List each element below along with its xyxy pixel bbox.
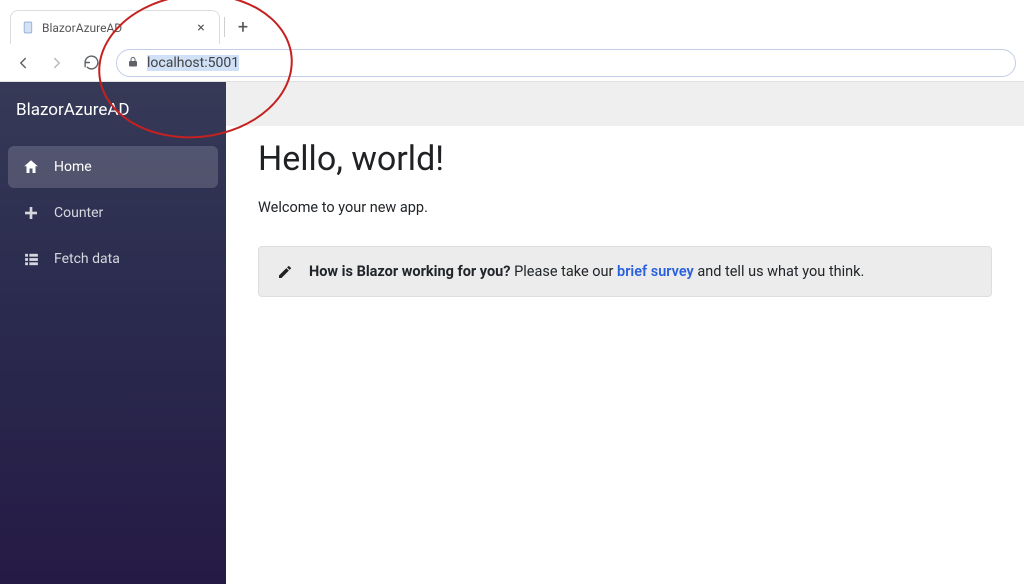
sidebar-item-label: Home	[54, 159, 92, 175]
sidebar-item-home[interactable]: Home	[8, 146, 218, 188]
sidebar-item-label: Counter	[54, 205, 103, 221]
sidebar-item-counter[interactable]: Counter	[8, 192, 218, 234]
url-text: localhost:5001	[147, 55, 239, 71]
list-icon	[22, 250, 40, 268]
brand-title: BlazorAzureAD	[0, 82, 226, 138]
sidebar-nav: Home Counter Fetch data	[0, 138, 226, 288]
app: BlazorAzureAD Home Counter Fetch data	[0, 82, 1024, 584]
tab-favicon-icon	[21, 21, 35, 35]
survey-after-link: and tell us what you think.	[694, 263, 865, 280]
back-button[interactable]	[8, 48, 38, 78]
close-icon[interactable]: ×	[193, 20, 209, 36]
welcome-text: Welcome to your new app.	[258, 199, 992, 216]
address-row: localhost:5001	[0, 44, 1024, 82]
home-icon	[22, 158, 40, 176]
new-tab-button[interactable]: +	[229, 13, 257, 41]
pencil-icon	[277, 264, 293, 280]
plus-icon	[22, 204, 40, 222]
forward-button[interactable]	[42, 48, 72, 78]
page: Hello, world! Welcome to your new app. H…	[226, 82, 1024, 584]
reload-button[interactable]	[76, 48, 106, 78]
sidebar: BlazorAzureAD Home Counter Fetch data	[0, 82, 226, 584]
sidebar-item-fetch-data[interactable]: Fetch data	[8, 238, 218, 280]
survey-text: How is Blazor working for you? Please ta…	[309, 263, 864, 280]
sidebar-item-label: Fetch data	[54, 251, 120, 267]
survey-bold: How is Blazor working for you?	[309, 263, 511, 280]
page-heading: Hello, world!	[258, 139, 992, 179]
tab-separator	[224, 17, 225, 37]
address-bar[interactable]: localhost:5001	[116, 49, 1016, 77]
survey-link[interactable]: brief survey	[617, 263, 694, 280]
browser-chrome: BlazorAzureAD × + localhost:5001	[0, 0, 1024, 82]
lock-icon	[127, 53, 139, 72]
tab-strip: BlazorAzureAD × +	[0, 0, 1024, 44]
survey-banner: How is Blazor working for you? Please ta…	[258, 246, 992, 297]
survey-before-link: Please take our	[511, 263, 618, 280]
tab-title: BlazorAzureAD	[42, 21, 186, 35]
browser-tab[interactable]: BlazorAzureAD ×	[10, 10, 220, 44]
